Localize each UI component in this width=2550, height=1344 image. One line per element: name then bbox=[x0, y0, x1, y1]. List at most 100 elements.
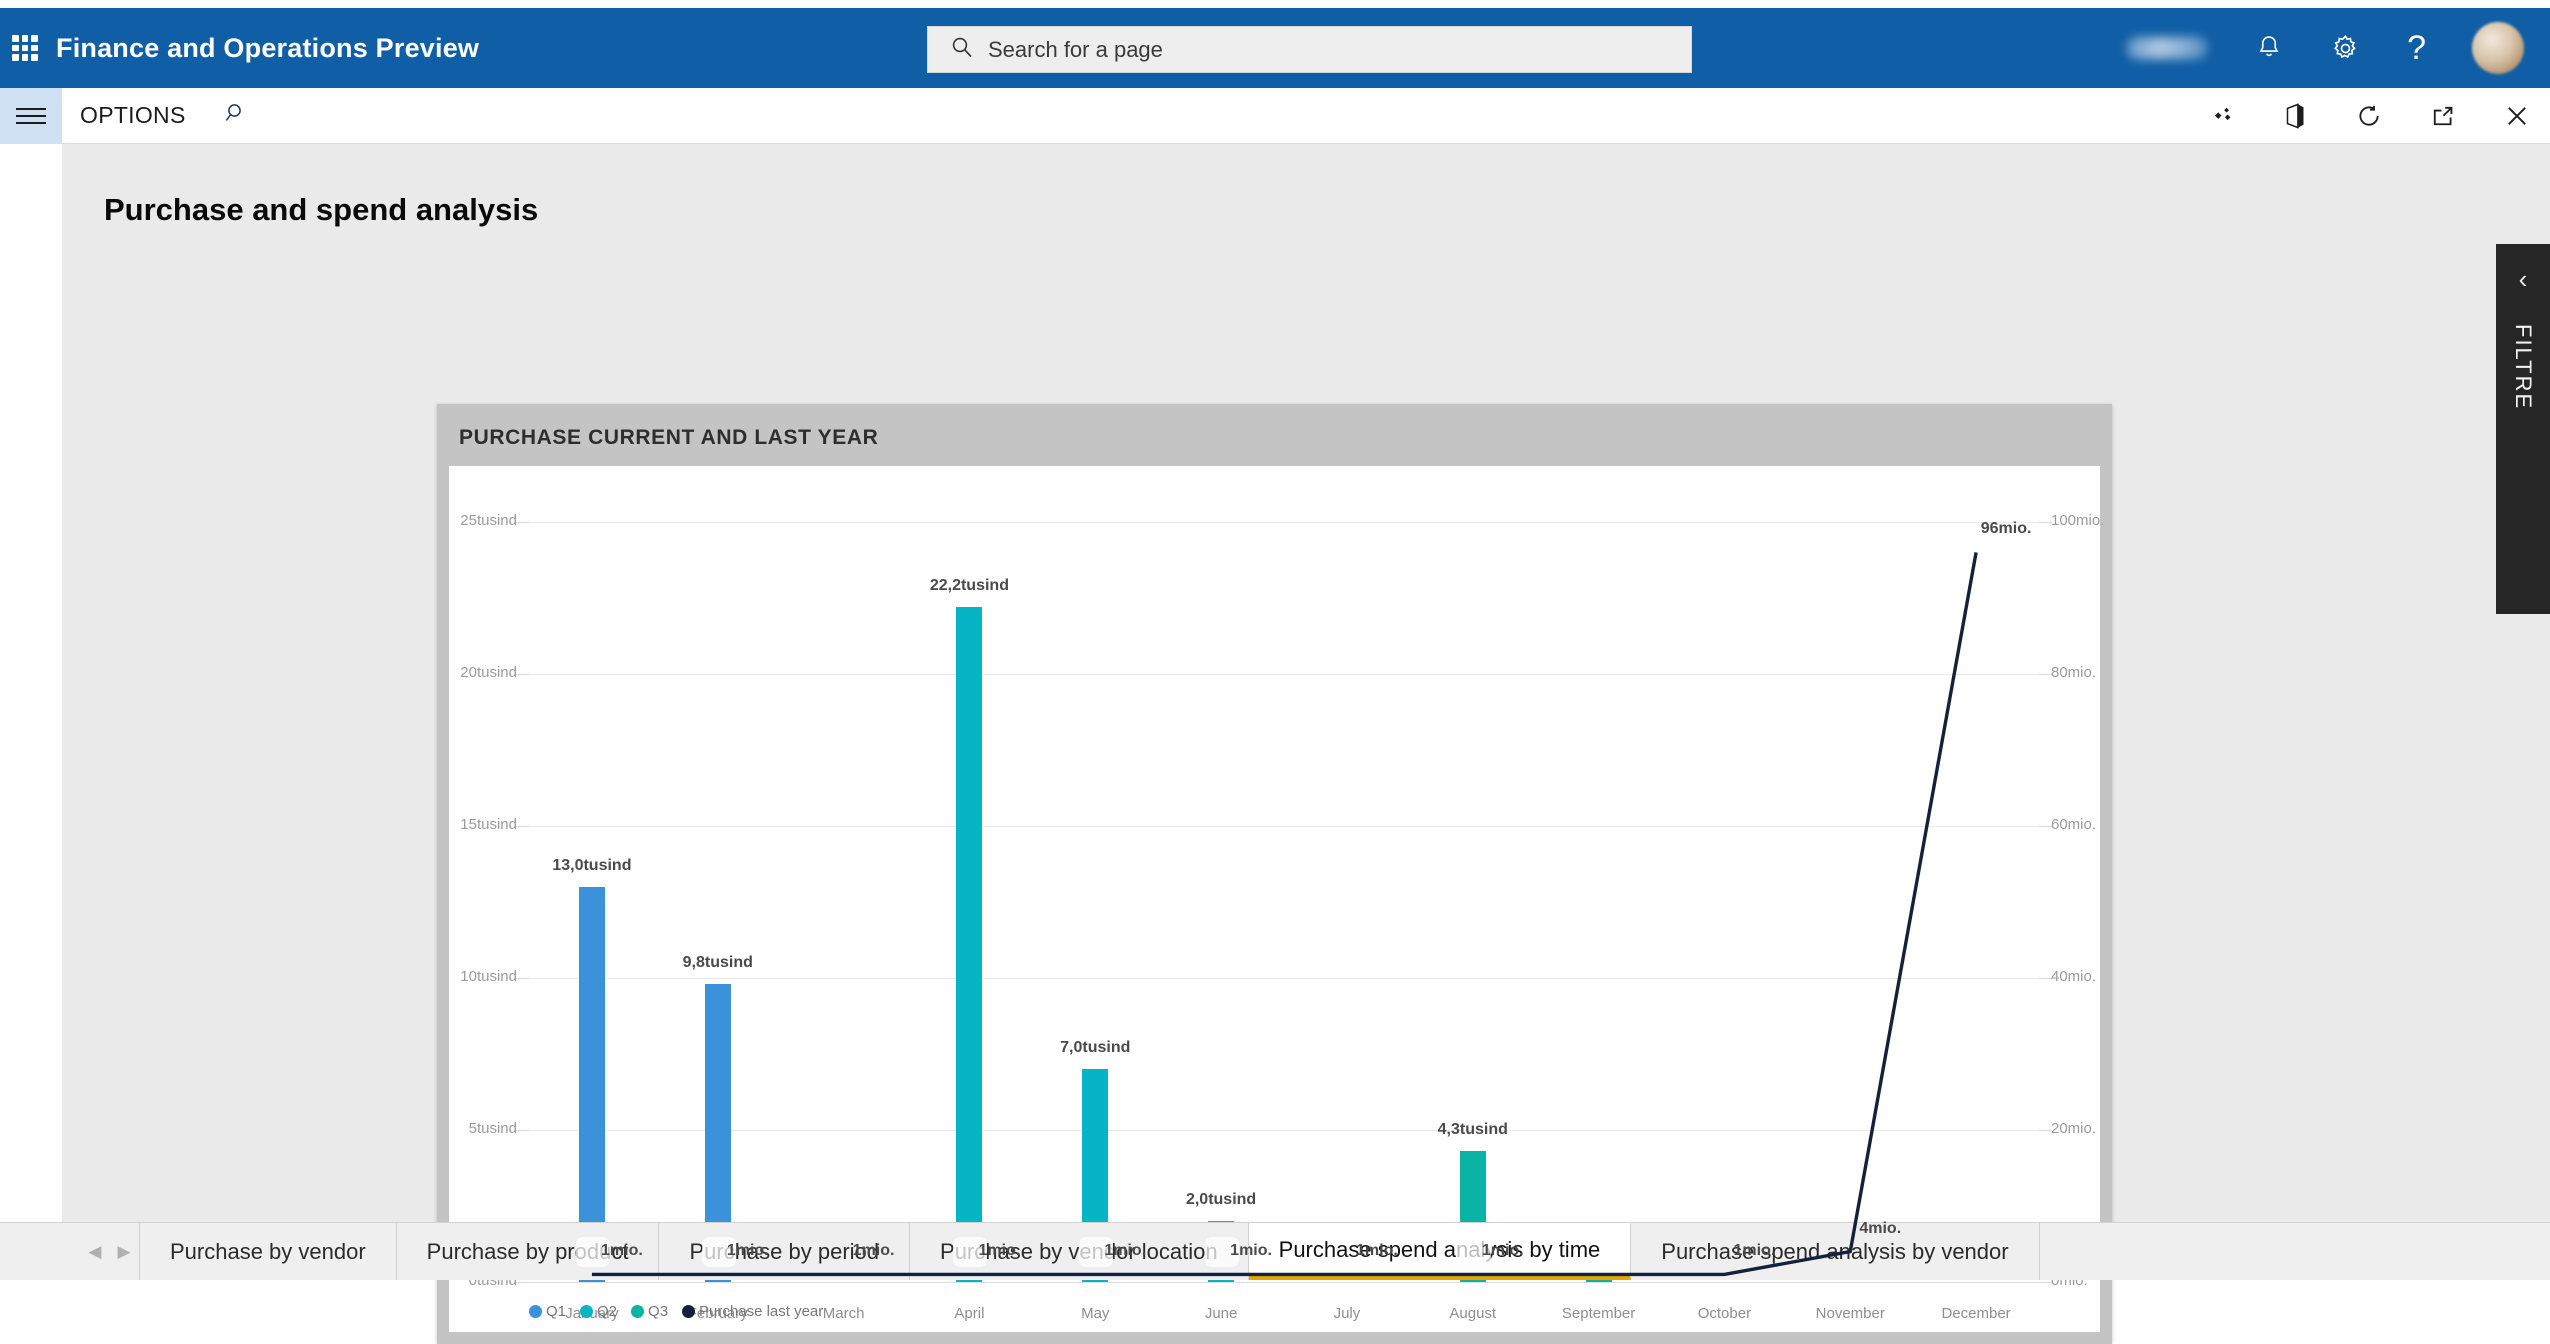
hamburger-icon bbox=[16, 103, 46, 129]
chart-title: PURCHASE CURRENT AND LAST YEAR bbox=[459, 426, 879, 449]
x-axis-category-label: June bbox=[1204, 1305, 1238, 1322]
axis-tick bbox=[516, 674, 529, 675]
axis-tick bbox=[516, 1282, 529, 1283]
line-point-label: 1mio. bbox=[601, 1242, 643, 1260]
legend-label: Q3 bbox=[648, 1303, 669, 1320]
bar-value-label: 22,2tusind bbox=[929, 577, 1009, 595]
page-body: Purchase and spend analysis PURCHASE CUR… bbox=[0, 144, 2550, 1344]
bar-value-label: 2,0tusind bbox=[1185, 1191, 1257, 1209]
command-bar: OPTIONS bbox=[0, 87, 2550, 144]
tabstrip-arrows: ◀ ▶ bbox=[80, 1223, 140, 1280]
bar-value-label: 9,8tusind bbox=[682, 954, 753, 972]
personalize-icon[interactable] bbox=[2209, 103, 2235, 129]
gridline bbox=[529, 1130, 2039, 1131]
global-search[interactable] bbox=[927, 26, 1692, 73]
chart-plot-area: 0tusind 0mio. 5tusind 20mio. 10tusind 40mio. 1… bbox=[460, 512, 2104, 1322]
x-axis-category-label: September bbox=[1561, 1305, 1636, 1322]
bell-icon[interactable] bbox=[2254, 33, 2284, 63]
line-point-label: 4mio. bbox=[1859, 1219, 1902, 1237]
y-axis-right-label: 80mio. bbox=[2051, 664, 2097, 681]
legend-label: Q2 bbox=[597, 1303, 618, 1320]
y-axis-right-label: 100mio. bbox=[2051, 512, 2105, 529]
chevron-right-icon[interactable]: ▶ bbox=[118, 1242, 131, 1262]
bar-value-label: 4,3tusind bbox=[1437, 1121, 1508, 1139]
legend-item[interactable]: Q3 bbox=[631, 1303, 668, 1320]
x-axis-category-label: November bbox=[1815, 1305, 1885, 1322]
legend-color-dot bbox=[682, 1305, 696, 1318]
help-icon[interactable]: ? bbox=[2407, 31, 2426, 65]
x-axis-category-label: August bbox=[1449, 1305, 1497, 1322]
top-navigation-bar: Finance and Operations Preview ? bbox=[0, 8, 2550, 88]
axis-tick bbox=[516, 522, 529, 523]
line-point-label: 1mio. bbox=[852, 1242, 895, 1260]
line-point-label: 1mio. bbox=[1230, 1242, 1272, 1260]
page-title: Purchase and spend analysis bbox=[104, 192, 539, 227]
y-axis-left-label: 10tusind bbox=[460, 968, 517, 985]
tabstrip: ◀ ▶ Purchase by vendor Purchase by produc… bbox=[0, 1222, 2550, 1280]
chevron-left-icon: ‹ bbox=[2518, 264, 2528, 294]
options-button[interactable]: OPTIONS bbox=[80, 102, 186, 129]
legend-color-dot bbox=[529, 1305, 542, 1318]
refresh-icon[interactable] bbox=[2356, 103, 2382, 129]
office-app-icon[interactable] bbox=[2283, 102, 2308, 130]
line-series-purchase-last-year bbox=[591, 552, 1978, 1277]
tab-purchase-spend-analysis-by-time[interactable]: Purchase spend analysis by time bbox=[1248, 1223, 1632, 1280]
tab-purchase-spend-analysis-by-vendor[interactable]: Purchase spend analysis by vendor bbox=[1631, 1223, 2040, 1280]
legend-color-dot bbox=[580, 1305, 594, 1318]
y-axis-right-label: 60mio. bbox=[2051, 816, 2097, 833]
legend-item[interactable]: Purchase last year bbox=[682, 1303, 823, 1320]
x-axis-category-label: July bbox=[1333, 1305, 1361, 1322]
y-axis-left-label: 20tusind bbox=[460, 664, 517, 681]
gridline bbox=[529, 522, 2039, 523]
gridline bbox=[529, 1282, 2039, 1283]
axis-tick bbox=[516, 826, 529, 827]
line-point-label: 1mio. bbox=[1481, 1242, 1524, 1260]
x-axis-category-label: December bbox=[1941, 1305, 2011, 1322]
axis-tick bbox=[516, 978, 529, 979]
line-point-label: 1mio. bbox=[1104, 1242, 1147, 1260]
search-input[interactable] bbox=[988, 36, 1628, 63]
bar-value-label: 13,0tusind bbox=[552, 856, 632, 874]
left-rail bbox=[0, 144, 62, 1280]
y-axis-right-label: 20mio. bbox=[2051, 1120, 2097, 1137]
chart-card: PURCHASE CURRENT AND LAST YEAR 0tusind 0m… bbox=[437, 404, 2112, 1344]
open-in-new-window-icon[interactable] bbox=[2430, 103, 2456, 129]
legend-item[interactable]: Q1 bbox=[529, 1303, 566, 1320]
line-point-label: 96mio. bbox=[1980, 520, 2032, 538]
legend-item[interactable]: Q2 bbox=[580, 1303, 617, 1320]
y-axis-left-label: 25tusind bbox=[460, 512, 517, 529]
search-icon[interactable] bbox=[224, 101, 248, 130]
line-point-label: 1mio. bbox=[978, 1242, 1021, 1260]
line-point-label: 1mio. bbox=[1733, 1242, 1776, 1260]
gridline bbox=[529, 674, 2039, 675]
search-icon bbox=[950, 35, 974, 64]
close-icon[interactable] bbox=[2504, 103, 2530, 129]
legend-color-dot bbox=[631, 1305, 645, 1318]
avatar[interactable] bbox=[2472, 22, 2524, 74]
filter-panel-label: FILTRE bbox=[2511, 324, 2536, 411]
chart-bar[interactable] bbox=[956, 607, 983, 1282]
app-title: Finance and Operations Preview bbox=[56, 32, 480, 63]
chevron-left-icon[interactable]: ◀ bbox=[88, 1242, 101, 1262]
bar-value-label: 7,0tusind bbox=[1060, 1039, 1131, 1057]
top-nav-right-icons: ? bbox=[2126, 8, 2550, 88]
app-launcher-icon[interactable] bbox=[12, 35, 38, 61]
line-point-label: 1mio. bbox=[726, 1242, 769, 1260]
filter-panel-toggle[interactable]: ‹ FILTRE bbox=[2496, 244, 2550, 614]
company-name-blurred bbox=[2126, 37, 2209, 59]
tab-purchase-by-vendor[interactable]: Purchase by vendor bbox=[140, 1223, 397, 1280]
y-axis-left-label: 5tusind bbox=[468, 1120, 517, 1137]
line-point-label: 1mio. bbox=[1356, 1242, 1398, 1260]
command-bar-right-icons bbox=[2209, 88, 2530, 144]
gridline bbox=[529, 978, 2039, 979]
y-axis-left-label: 15tusind bbox=[460, 816, 517, 833]
legend-label: Q1 bbox=[546, 1303, 567, 1320]
gridline bbox=[529, 826, 2039, 827]
x-axis-category-label: May bbox=[1081, 1305, 1110, 1322]
axis-tick bbox=[516, 1130, 529, 1131]
nav-menu-toggle[interactable] bbox=[0, 87, 62, 144]
x-axis-category-label: April bbox=[954, 1305, 985, 1322]
y-axis-right-label: 40mio. bbox=[2051, 968, 2097, 985]
gear-icon[interactable] bbox=[2330, 33, 2361, 64]
chart-legend: Q1 Q2 Q3 Purchase last year bbox=[529, 1303, 831, 1320]
